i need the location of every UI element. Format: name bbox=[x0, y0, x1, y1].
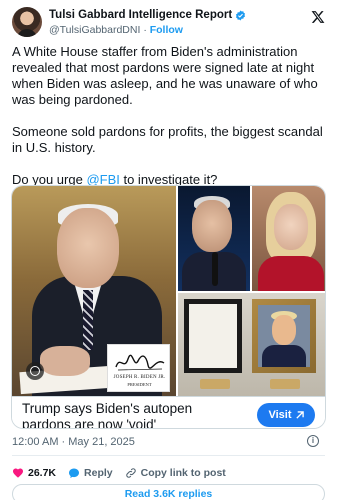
link-icon bbox=[125, 468, 136, 478]
tweet-card: Tulsi Gabbard Intelligence Report @Tulsi… bbox=[0, 0, 337, 500]
like-count: 26.7K bbox=[28, 467, 57, 479]
action-bar: 26.7K Reply Copy link to post bbox=[12, 466, 238, 480]
author-name[interactable]: Tulsi Gabbard Intelligence Report bbox=[49, 9, 232, 21]
autopen-signature-image: JOSEPH R. BIDEN JR. PRESIDENT bbox=[107, 344, 170, 392]
tweet-text: A White House staffer from Biden's admin… bbox=[12, 44, 328, 204]
verified-badge-icon bbox=[236, 9, 246, 21]
like-button[interactable]: 26.7K bbox=[12, 467, 56, 479]
timestamp-text[interactable]: 12:00 AM · May 21, 2025 bbox=[12, 436, 135, 448]
tweet-header: Tulsi Gabbard Intelligence Report @Tulsi… bbox=[12, 7, 325, 39]
tweet-timestamp[interactable]: 12:00 AM · May 21, 2025 i bbox=[12, 435, 319, 448]
follow-button[interactable]: Follow bbox=[150, 24, 183, 36]
author-handle-row: @TulsiGabbardDNI · Follow bbox=[49, 24, 183, 36]
info-icon[interactable]: i bbox=[307, 435, 319, 447]
visit-button-label: Visit bbox=[268, 409, 292, 421]
link-card-title[interactable]: Trump says Biden's autopen pardons are n… bbox=[22, 401, 242, 428]
signature-name: JOSEPH R. BIDEN JR. bbox=[113, 375, 166, 380]
fauci-photo[interactable] bbox=[178, 186, 250, 291]
reply-button[interactable]: Reply bbox=[68, 467, 113, 479]
author-name-row[interactable]: Tulsi Gabbard Intelligence Report bbox=[49, 9, 246, 21]
avatar[interactable] bbox=[12, 7, 42, 37]
external-arrow-icon bbox=[295, 410, 304, 419]
framed-portraits-photo[interactable] bbox=[178, 293, 325, 396]
tweet-paragraph: Someone sold pardons for profits, the bi… bbox=[12, 124, 323, 155]
alt-text-icon[interactable] bbox=[26, 362, 44, 380]
heart-icon bbox=[13, 468, 23, 478]
reply-icon bbox=[69, 468, 80, 478]
separator-dot: · bbox=[143, 24, 147, 36]
signature-title: PRESIDENT bbox=[127, 382, 152, 387]
visit-button[interactable]: Visit bbox=[257, 403, 315, 427]
link-card-footer[interactable]: Trump says Biden's autopen pardons are n… bbox=[12, 396, 325, 428]
copy-link-button[interactable]: Copy link to post bbox=[125, 467, 226, 479]
cheney-photo[interactable] bbox=[252, 186, 325, 291]
divider bbox=[12, 455, 325, 456]
author-handle[interactable]: @TulsiGabbardDNI bbox=[49, 24, 140, 36]
x-logo-icon[interactable] bbox=[311, 10, 325, 24]
link-preview-card[interactable]: JOSEPH R. BIDEN JR. PRESIDENT Trump says… bbox=[11, 185, 326, 429]
copy-link-label: Copy link to post bbox=[140, 467, 226, 479]
reply-label: Reply bbox=[84, 467, 113, 479]
tweet-paragraph: A White House staffer from Biden's admin… bbox=[12, 44, 318, 107]
biden-signing-photo[interactable]: JOSEPH R. BIDEN JR. PRESIDENT bbox=[12, 186, 176, 396]
read-replies-button[interactable]: Read 3.6K replies bbox=[12, 484, 325, 500]
